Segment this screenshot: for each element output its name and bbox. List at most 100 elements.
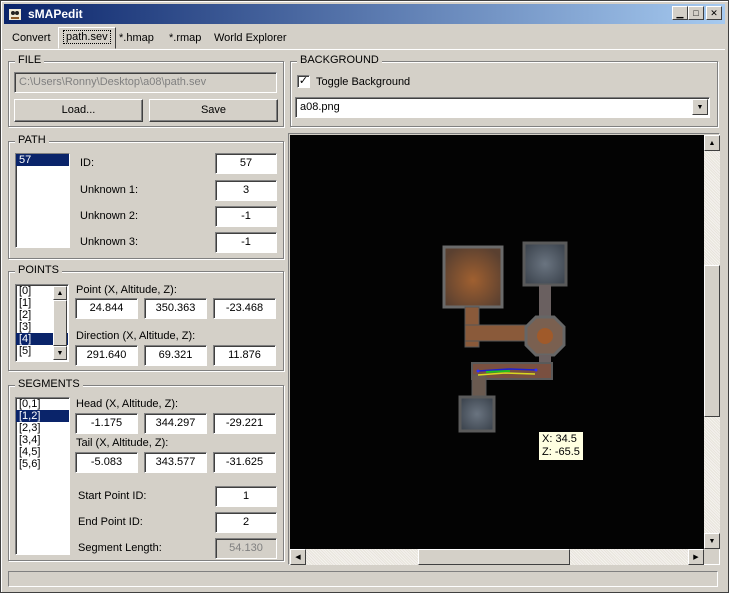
unknown1-field[interactable]: 3 [215,180,277,201]
tab-convert[interactable]: Convert [8,29,55,48]
background-dropdown-button[interactable]: ▼ [692,99,708,115]
tab-divider [4,49,725,50]
points-group-title: POINTS [15,264,62,276]
arrow-up-icon: ▲ [708,139,716,147]
close-icon: ✕ [710,7,718,18]
map-scroll-down-button[interactable]: ▼ [704,533,720,549]
direction-z-field[interactable]: 11.876 [213,345,276,366]
tab-hmap[interactable]: *.hmap [115,29,158,48]
point-x-field[interactable]: 24.844 [75,298,138,319]
map-room-south [458,395,496,433]
path-id-field[interactable]: 57 [215,153,277,174]
start-point-label: Start Point ID: [78,490,147,502]
direction-x-field[interactable]: 291.640 [75,345,138,366]
tab-rmap[interactable]: *.rmap [165,29,205,48]
map-scroll-left-button[interactable]: ◀ [290,549,306,565]
toggle-background-label: Toggle Background [316,76,411,88]
coordinate-tooltip: X: 34.5 Z: -65.5 [539,432,583,460]
map-scroll-up-button[interactable]: ▲ [704,135,720,151]
arrow-down-icon: ▼ [708,537,716,545]
segment-length-label: Segment Length: [78,542,162,554]
path-id-label: ID: [80,157,95,169]
unknown3-field[interactable]: -1 [215,232,277,253]
arrow-up-icon: ▲ [56,289,64,297]
background-group-title: BACKGROUND [297,54,382,66]
map-horizontal-scrollbar[interactable]: ◀ ▶ [290,549,704,565]
map-canvas[interactable]: X: 34.5 Z: -65.5 [290,135,704,549]
arrow-right-icon: ▶ [693,554,699,561]
segment-length-field: 54.130 [215,538,277,559]
tail-z-field[interactable]: -31.625 [213,452,276,473]
arrow-left-icon: ◀ [295,554,301,561]
list-item[interactable]: [4,5] [16,446,69,458]
head-altitude-field[interactable]: 344.297 [144,413,207,434]
tab-path-sev[interactable]: path.sev [58,27,116,49]
direction-label: Direction (X, Altitude, Z): [76,330,196,342]
tail-label: Tail (X, Altitude, Z): [76,437,169,449]
title-bar[interactable]: sMAPedit ▁ □ ✕ [4,4,725,24]
segments-group-title: SEGMENTS [15,378,83,390]
points-scroll-up-button[interactable]: ▲ [53,286,67,300]
tooltip-x: X: 34.5 [542,433,577,445]
tail-altitude-field[interactable]: 343.577 [144,452,207,473]
point-altitude-field[interactable]: 350.363 [144,298,207,319]
minimize-icon: ▁ [676,7,684,18]
path-segment-selected [485,370,511,373]
tail-x-field[interactable]: -5.083 [75,452,138,473]
points-list-scrollbar[interactable]: ▲ ▼ [53,286,67,360]
head-x-field[interactable]: -1.175 [75,413,138,434]
tooltip-z: Z: -65.5 [542,446,580,458]
map-horizontal-thumb[interactable] [418,549,570,565]
unknown3-label: Unknown 3: [80,236,139,248]
map-scroll-right-button[interactable]: ▶ [688,549,704,565]
map-room-center [537,328,553,344]
point-label: Point (X, Altitude, Z): [76,284,177,296]
list-item[interactable]: [1,2] [16,410,69,422]
maximize-button[interactable]: □ [688,6,704,20]
path-point [476,369,480,373]
map-rooms [442,241,568,433]
chevron-down-icon: ▼ [696,103,704,111]
map-vertical-thumb[interactable] [704,265,720,417]
app-window: sMAPedit ▁ □ ✕ Convert path.sev *.hmap *… [0,0,729,593]
points-scroll-down-button[interactable]: ▼ [53,346,67,360]
close-button[interactable]: ✕ [706,6,722,20]
path-list[interactable]: 57 [15,153,70,248]
file-path-field[interactable]: C:\Users\Ronny\Desktop\a08\path.sev [14,72,277,93]
toggle-background-checkbox[interactable]: ✓ [297,75,310,88]
save-button[interactable]: Save [149,99,278,122]
head-z-field[interactable]: -29.221 [213,413,276,434]
sheep-icon [9,9,21,20]
path-group-title: PATH [15,134,49,146]
direction-altitude-field[interactable]: 69.321 [144,345,207,366]
tab-world-explorer[interactable]: World Explorer [210,29,291,48]
start-point-field[interactable]: 1 [215,486,277,507]
file-group-title: FILE [15,54,45,66]
segments-list[interactable]: [0,1] [1,2] [2,3] [3,4] [4,5] [5,6] [15,397,70,555]
checkmark-icon: ✓ [298,75,309,87]
points-scroll-thumb[interactable] [53,300,67,346]
unknown1-label: Unknown 1: [80,184,139,196]
map-room-large [442,245,504,309]
background-selected-value: a08.png [300,101,340,113]
end-point-label: End Point ID: [78,516,143,528]
list-item[interactable]: [3,4] [16,434,69,446]
head-label: Head (X, Altitude, Z): [76,398,179,410]
minimize-button[interactable]: ▁ [672,6,688,20]
path-point [534,368,538,372]
map-room-north [522,241,568,287]
load-button[interactable]: Load... [14,99,143,122]
unknown2-label: Unknown 2: [80,210,139,222]
background-select[interactable]: a08.png [295,97,710,118]
map-vertical-scrollbar[interactable]: ▲ ▼ [704,135,720,549]
point-z-field[interactable]: -23.468 [213,298,276,319]
maximize-icon: □ [693,7,699,18]
list-item[interactable]: [5,6] [16,458,69,470]
arrow-down-icon: ▼ [56,349,64,357]
list-item[interactable]: [0,1] [16,398,69,410]
unknown2-field[interactable]: -1 [215,206,277,227]
status-bar [8,571,718,587]
end-point-field[interactable]: 2 [215,512,277,533]
list-item[interactable]: 57 [16,154,69,166]
list-item[interactable]: [2,3] [16,422,69,434]
